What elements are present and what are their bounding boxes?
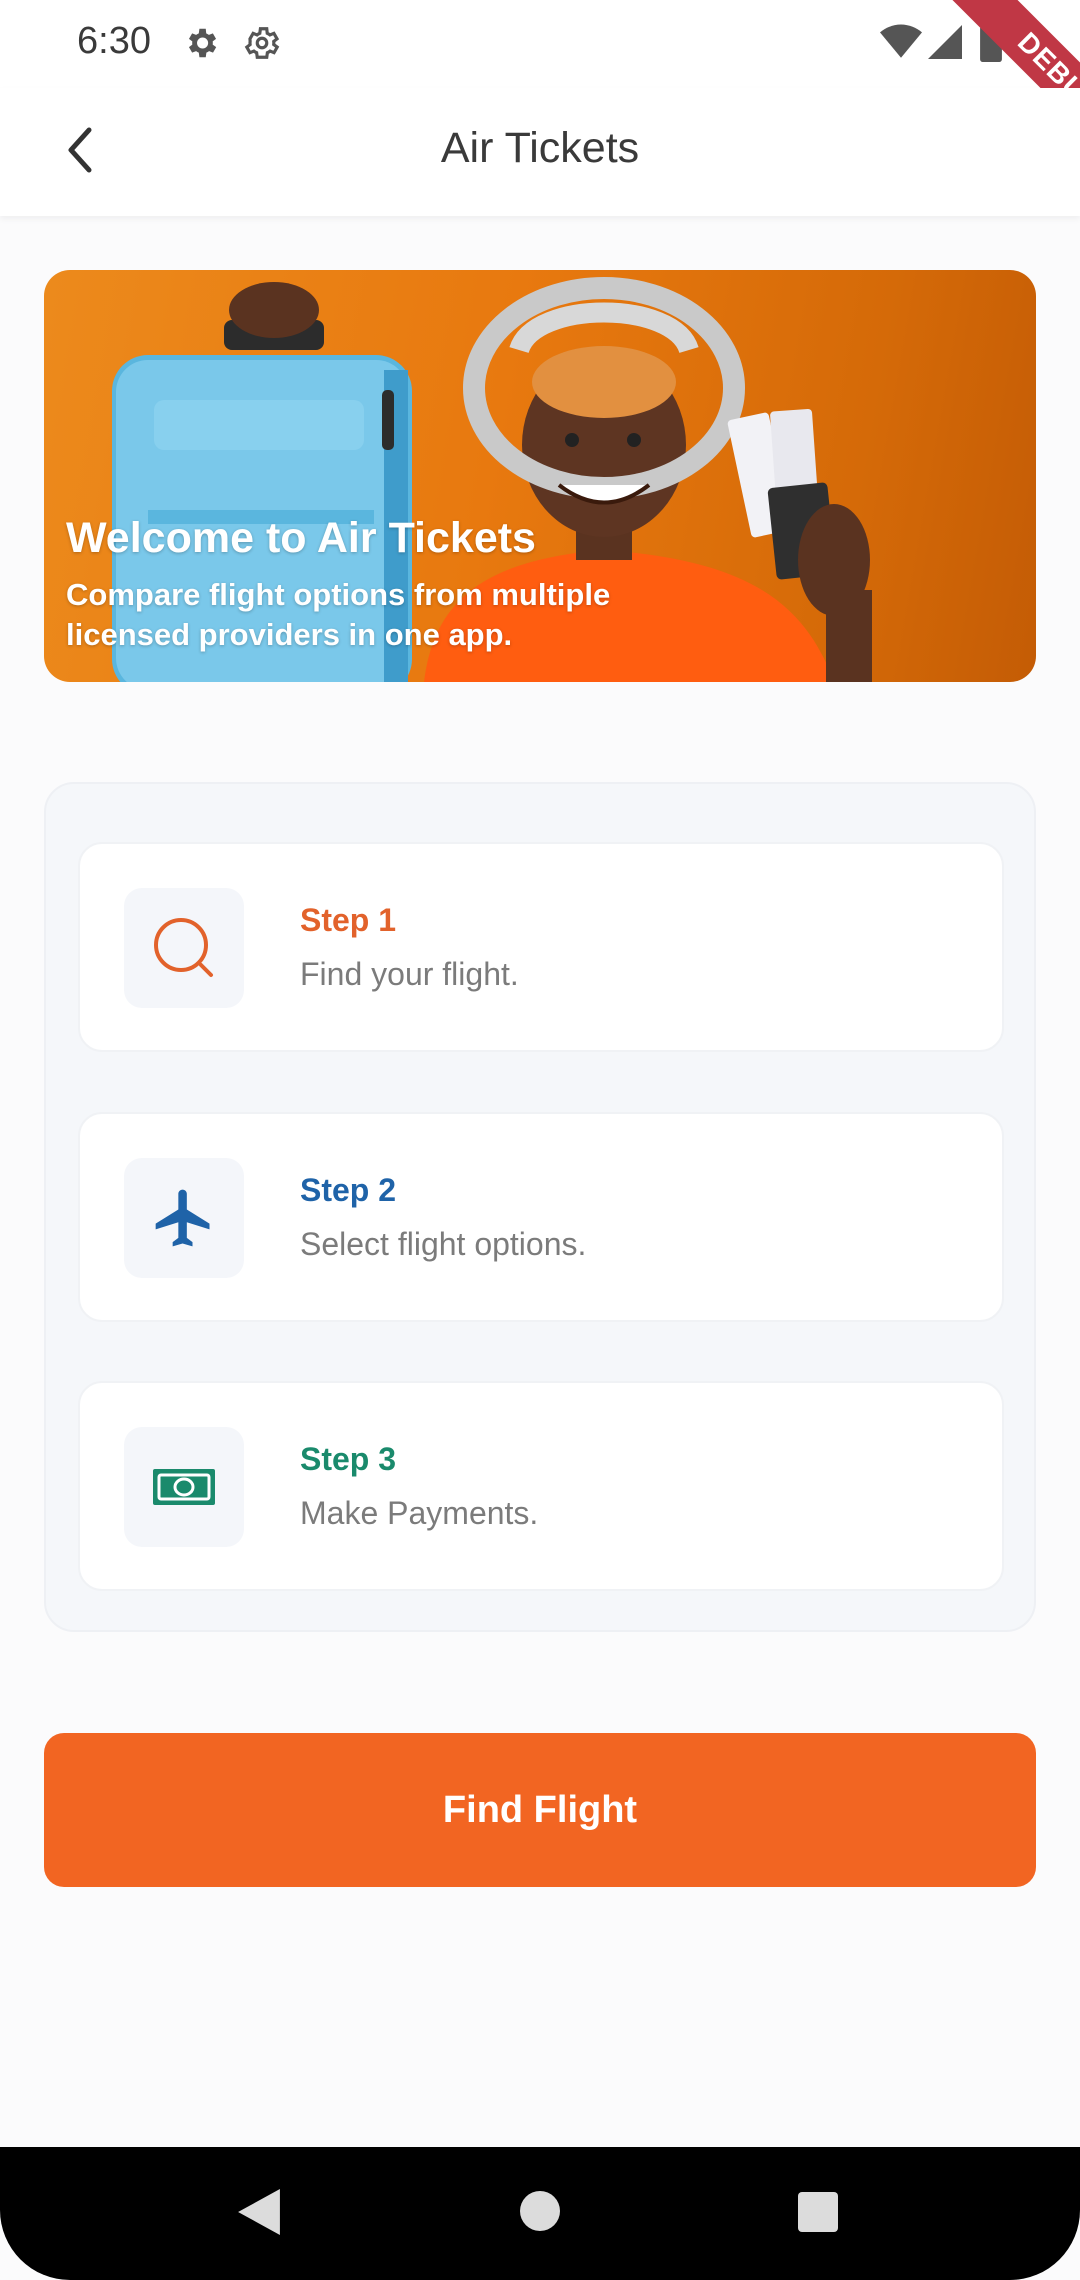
step-label: Step 3 xyxy=(300,1441,397,1477)
step-label: Step 2 xyxy=(300,1172,397,1208)
search-icon xyxy=(154,918,213,977)
step-icon-box xyxy=(124,1158,244,1278)
steps-panel: Step 1 Find your flight. Step 2 Select f… xyxy=(44,782,1036,1632)
step-card-1: Step 1 Find your flight. xyxy=(78,842,1004,1052)
hero-title: Welcome to Air Tickets xyxy=(66,514,536,562)
app-bar: Air Tickets xyxy=(0,88,1080,216)
hero-banner: Welcome to Air Tickets Compare flight op… xyxy=(44,270,1036,682)
step-card-2: Step 2 Select flight options. xyxy=(78,1112,1004,1322)
hero-text: Welcome to Air Tickets Compare flight op… xyxy=(66,514,766,655)
find-flight-button[interactable]: Find Flight xyxy=(44,1733,1036,1887)
hero-subtitle: Compare flight options from multiple lic… xyxy=(66,577,611,652)
step-description: Find your flight. xyxy=(300,956,519,992)
page-title: Air Tickets xyxy=(440,124,640,172)
step-description: Select flight options. xyxy=(300,1226,587,1262)
step-label: Step 1 xyxy=(300,902,397,938)
system-nav-bar xyxy=(0,2147,1080,2280)
step-description: Make Payments. xyxy=(300,1495,539,1531)
settings-gear-icon xyxy=(188,28,217,58)
nav-back-icon[interactable] xyxy=(238,2189,280,2235)
airplane-icon xyxy=(155,1189,210,1247)
step-icon-box xyxy=(124,1427,244,1547)
nav-recents-icon[interactable] xyxy=(798,2192,838,2232)
nav-home-icon[interactable] xyxy=(520,2191,560,2231)
status-time: 6:30 xyxy=(77,20,151,62)
money-bill-icon xyxy=(153,1469,215,1505)
step-card-3: Step 3 Make Payments. xyxy=(78,1381,1004,1591)
settings-outline-gear-icon xyxy=(244,27,280,59)
step-icon-box xyxy=(124,888,244,1008)
